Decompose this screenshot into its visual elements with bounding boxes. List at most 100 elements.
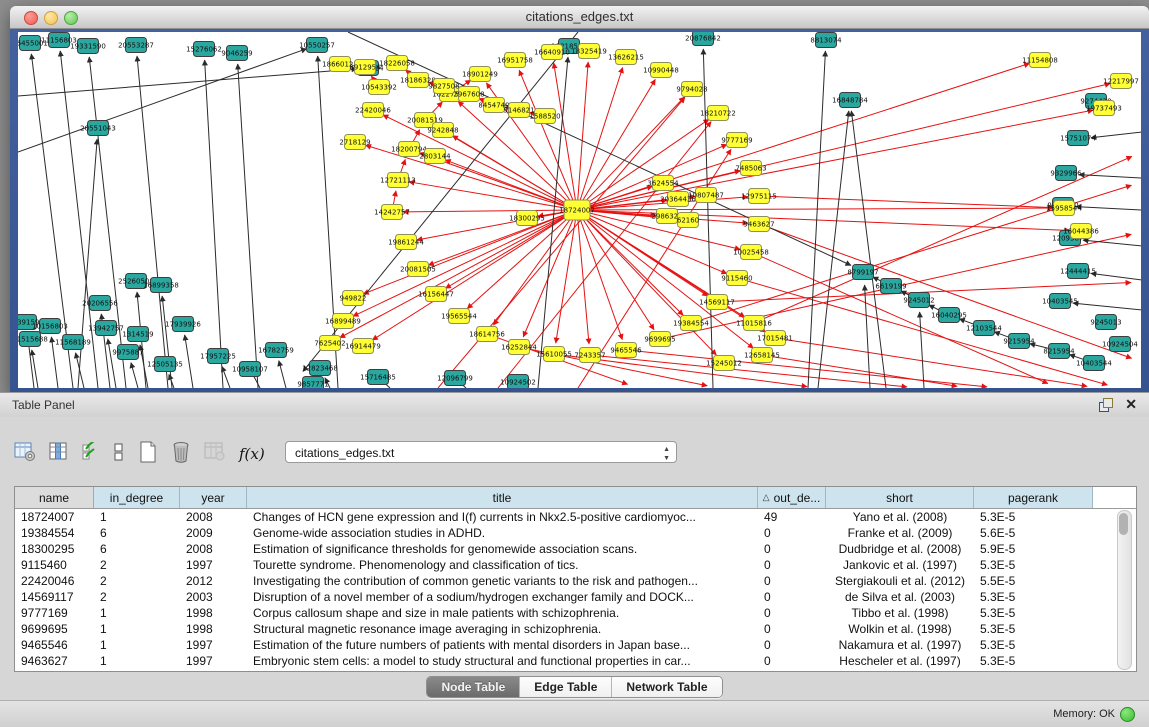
tab-network-table[interactable]: Network Table	[612, 677, 721, 697]
table-cell[interactable]: 0	[758, 621, 826, 637]
table-cell[interactable]: 0	[758, 637, 826, 653]
graph-edge[interactable]	[577, 210, 622, 340]
table-cell[interactable]: 1997	[180, 653, 247, 669]
graph-node[interactable]: 1314519	[122, 327, 153, 342]
graph-node[interactable]: 3624554	[647, 176, 679, 191]
table-row[interactable]: 2242004622012Investigating the contribut…	[15, 573, 1136, 589]
graph-node[interactable]: 9242848	[427, 123, 458, 138]
graph-node[interactable]: 17015481	[757, 331, 793, 346]
graph-edge[interactable]	[556, 210, 577, 343]
table-cell[interactable]: 0	[758, 525, 826, 541]
graph-edge[interactable]	[1091, 132, 1141, 138]
tab-edge-table[interactable]: Edge Table	[520, 677, 612, 697]
graph-node[interactable]: 19565544	[441, 309, 477, 324]
table-cell[interactable]: 2	[94, 557, 180, 573]
graph-node[interactable]: 10550257	[299, 38, 335, 53]
table-cell[interactable]: 6	[94, 541, 180, 557]
graph-edge[interactable]	[205, 60, 223, 388]
graph-node[interactable]: 9463627	[743, 217, 774, 232]
graph-node[interactable]: 16252844	[501, 340, 537, 355]
table-cell[interactable]: 5.3E-5	[974, 605, 1093, 621]
graph-node[interactable]: 10924502	[500, 375, 536, 389]
graph-edge[interactable]	[1091, 273, 1141, 280]
graph-node[interactable]: 14242757	[374, 205, 410, 220]
table-cell[interactable]: 5.9E-5	[974, 541, 1093, 557]
graph-node[interactable]: 9857771	[297, 377, 328, 389]
table-cell[interactable]: 9777169	[15, 605, 94, 621]
table-cell[interactable]: 2	[94, 573, 180, 589]
table-cell[interactable]: Yano et al. (2008)	[826, 509, 974, 525]
graph-node[interactable]: 11568189	[55, 335, 91, 350]
graph-edge[interactable]	[185, 335, 193, 388]
table-cell[interactable]: 2009	[180, 525, 247, 541]
network-canvas[interactable]: 1645500111156803193315902055328715276062…	[18, 32, 1141, 388]
graph-edge[interactable]	[76, 353, 84, 388]
graph-node[interactable]: 12505135	[147, 357, 183, 372]
table-cell[interactable]: 5.3E-5	[974, 589, 1093, 605]
graph-node[interactable]: 16899489	[325, 314, 361, 329]
table-scrollbar[interactable]	[1117, 510, 1132, 670]
graph-node[interactable]: 16156447	[418, 287, 454, 302]
graph-node[interactable]: 8813074	[810, 33, 842, 48]
table-cell[interactable]: Estimation of significance thresholds fo…	[247, 541, 758, 557]
table-cell[interactable]: Franke et al. (2009)	[826, 525, 974, 541]
graph-node[interactable]: 7625402	[314, 336, 345, 351]
graph-edge[interactable]	[403, 210, 577, 212]
table-cell[interactable]: 1998	[180, 621, 247, 637]
graph-node[interactable]: 19861244	[388, 235, 424, 250]
graph-node[interactable]: 62160	[677, 213, 699, 228]
graph-edge[interactable]	[89, 57, 126, 388]
table-row[interactable]: 1456911722003Disruption of a novel membe…	[15, 589, 1136, 605]
graph-node[interactable]: 8215954	[1043, 344, 1075, 359]
graph-node[interactable]: 9329966	[1050, 166, 1082, 181]
graph-node[interactable]: 15276062	[186, 42, 222, 57]
table-cell[interactable]: 1	[94, 637, 180, 653]
graph-edge[interactable]	[452, 136, 577, 210]
table-cell[interactable]: 0	[758, 557, 826, 573]
table-cell[interactable]: 2012	[180, 573, 247, 589]
table-cell[interactable]: Estimation of the future numbers of pati…	[247, 637, 758, 653]
table-cell[interactable]: 0	[758, 589, 826, 605]
table-row[interactable]: 1872400712008Changes of HCN gene express…	[15, 509, 1136, 525]
table-row[interactable]: 946554611997Estimation of the future num…	[15, 637, 1136, 653]
graph-node[interactable]: 20081505	[400, 262, 436, 277]
table-cell[interactable]: 18300295	[15, 541, 94, 557]
table-cell[interactable]: 5.3E-5	[974, 509, 1093, 525]
table-cell[interactable]: 5.6E-5	[974, 525, 1093, 541]
table-selector-dropdown[interactable]: citations_edges.txt ▲▼	[285, 441, 677, 463]
table-scrollbar-thumb[interactable]	[1119, 513, 1128, 535]
graph-node[interactable]: 9245012	[903, 293, 934, 308]
graph-node[interactable]: 10990448	[643, 63, 679, 78]
graph-edge[interactable]	[383, 115, 577, 210]
table-cell[interactable]: Structural magnetic resonance image aver…	[247, 621, 758, 637]
column-header-title[interactable]: title	[247, 487, 758, 508]
table-cell[interactable]: Changes of HCN gene expression and I(f) …	[247, 509, 758, 525]
graph-node[interactable]: 12721113	[380, 173, 416, 188]
graph-node[interactable]: 2967608	[453, 87, 484, 102]
table-body[interactable]: 1872400712008Changes of HCN gene express…	[15, 509, 1136, 669]
table-cell[interactable]: 0	[758, 605, 826, 621]
graph-node[interactable]: 9115460	[721, 271, 752, 286]
graph-node[interactable]: 18300295	[509, 211, 545, 226]
graph-node[interactable]: 1588520	[529, 109, 560, 124]
table-mode-icon[interactable]	[14, 442, 36, 467]
graph-edge[interactable]	[1073, 303, 1141, 310]
table-cell[interactable]: 9463627	[15, 653, 94, 669]
graph-node[interactable]: 12658145	[744, 348, 780, 363]
graph-node[interactable]: 18614756	[469, 327, 505, 342]
table-row[interactable]: 1938455462009Genome-wide association stu…	[15, 525, 1136, 541]
table-cell[interactable]: Tibbo et al. (1998)	[826, 605, 974, 621]
graph-node[interactable]: 10543392	[361, 80, 397, 95]
graph-node[interactable]: 20553287	[118, 38, 154, 53]
table-row[interactable]: 977716911998Corpus callosum shape and si…	[15, 605, 1136, 621]
graph-node[interactable]: 7485063	[735, 161, 766, 176]
graph-node[interactable]: 17939926	[165, 317, 201, 332]
table-cell[interactable]: 0	[758, 573, 826, 589]
graph-node[interactable]: 11154808	[1022, 53, 1058, 68]
graph-edge[interactable]	[409, 182, 577, 210]
graph-edge[interactable]	[131, 363, 138, 388]
window-titlebar[interactable]: citations_edges.txt	[10, 6, 1149, 29]
graph-edge[interactable]	[762, 355, 957, 386]
graph-edge[interactable]	[577, 210, 716, 355]
table-cell[interactable]: 0	[758, 653, 826, 669]
